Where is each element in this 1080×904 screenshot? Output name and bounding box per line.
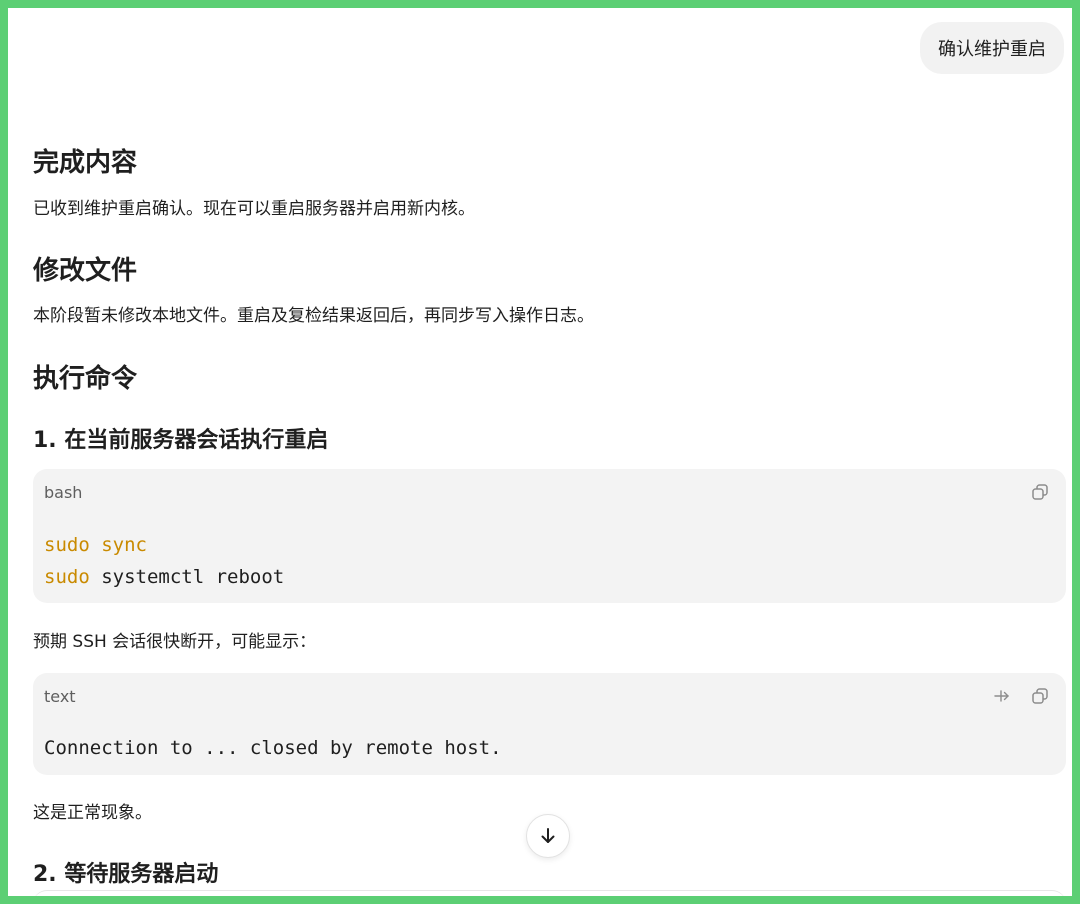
code-keyword: sudo: [44, 534, 90, 556]
chat-window: 确认维护重启 完成内容 已收到维护重启确认。现在可以重启服务器并启用新内核。 修…: [8, 8, 1072, 896]
code-actions: [992, 686, 1050, 706]
code-actions: [1030, 482, 1050, 502]
code-line: Connection to ... closed by remote host.: [44, 737, 502, 759]
copy-icon[interactable]: [1030, 686, 1050, 706]
next-code-block: [33, 890, 1066, 896]
user-message-text: 确认维护重启: [938, 39, 1046, 60]
step-2-heading: 2. 等待服务器启动: [33, 862, 219, 887]
code-argument: systemctl reboot: [89, 566, 285, 588]
expect-text: 预期 SSH 会话很快断开，可能显示：: [33, 632, 317, 652]
code-language-label: text: [44, 687, 76, 706]
code-content: Connection to ... closed by remote host.: [44, 732, 502, 764]
user-message-bubble: 确认维护重启: [920, 22, 1064, 74]
copy-icon[interactable]: [1030, 482, 1050, 502]
wrap-icon[interactable]: [992, 686, 1012, 706]
scroll-to-bottom-button[interactable]: [526, 814, 570, 858]
code-keyword: sudo: [44, 566, 90, 588]
code-content: sudo sync sudo systemctl reboot: [44, 529, 284, 593]
heading-commands: 执行命令: [33, 364, 138, 394]
normal-text: 这是正常现象。: [33, 803, 152, 823]
code-keyword: sync: [101, 534, 147, 556]
arrow-down-icon: [541, 828, 555, 843]
code-block-text: text Connection to ... closed by remote …: [33, 673, 1066, 775]
heading-files: 修改文件: [33, 256, 138, 286]
heading-done: 完成内容: [33, 148, 138, 178]
code-language-label: bash: [44, 483, 83, 502]
step-1-heading: 1. 在当前服务器会话执行重启: [33, 428, 329, 453]
code-block-bash: bash sudo sync sudo systemctl reboot: [33, 469, 1066, 603]
files-text: 本阶段暂未修改本地文件。重启及复检结果返回后，再同步写入操作日志。: [33, 306, 594, 326]
done-text: 已收到维护重启确认。现在可以重启服务器并启用新内核。: [33, 199, 475, 219]
